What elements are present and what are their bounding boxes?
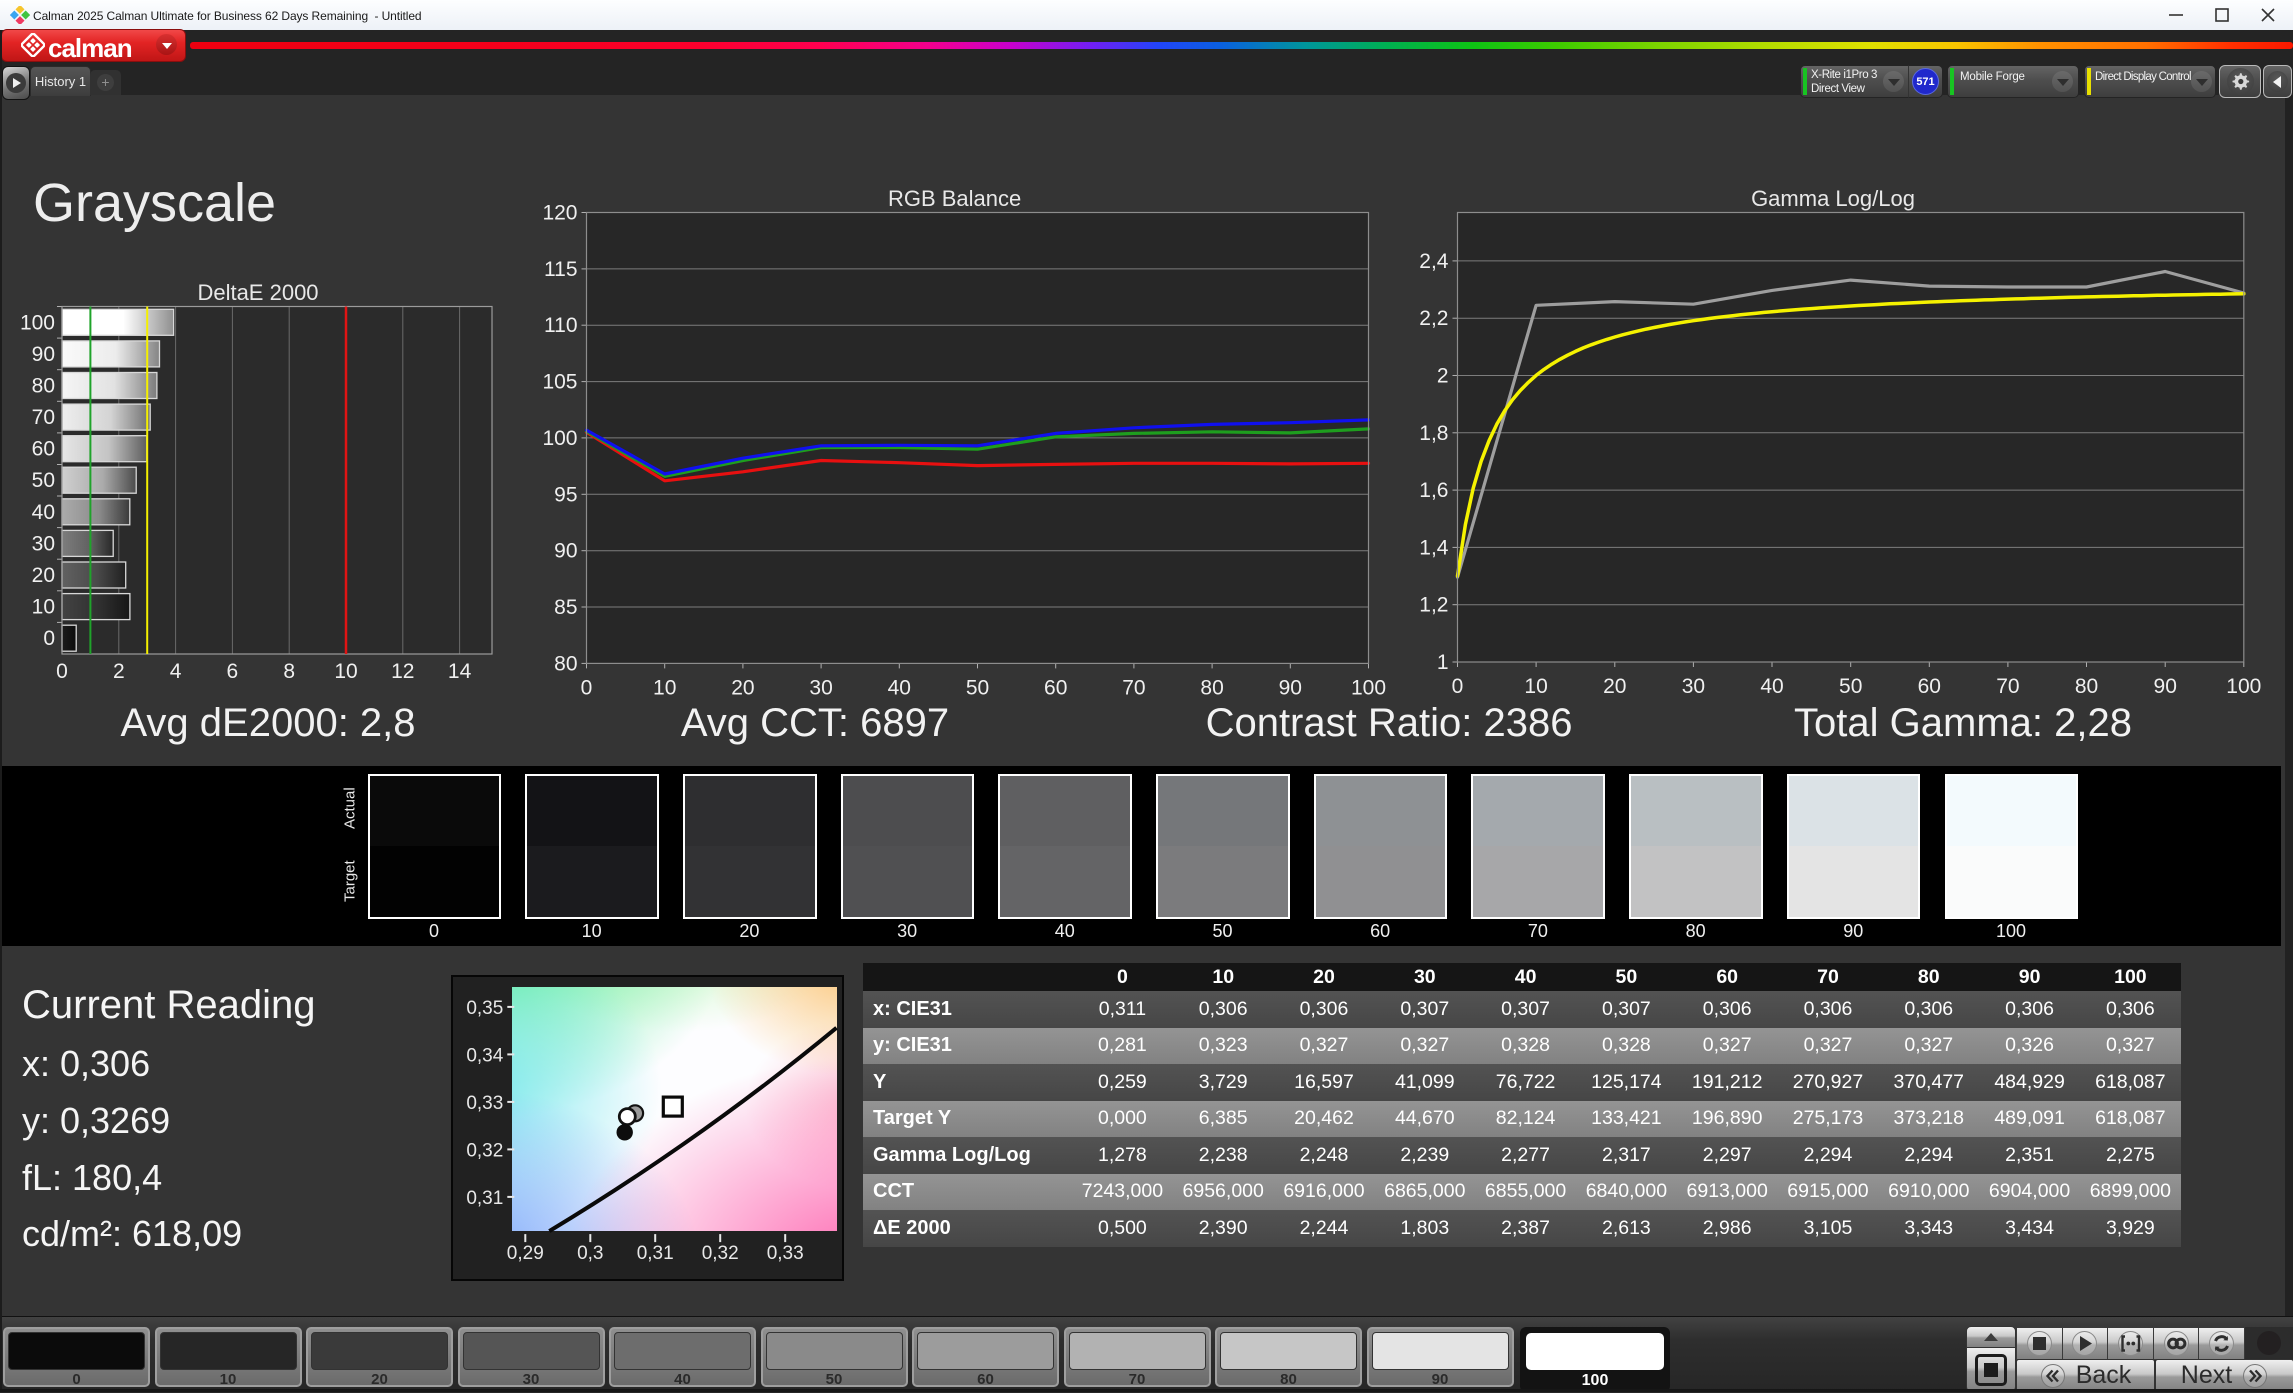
svg-text:1,2: 1,2 — [1419, 594, 1448, 617]
svg-text:0,35: 0,35 — [466, 998, 503, 1019]
svg-text:50: 50 — [32, 469, 55, 492]
svg-text:2,4: 2,4 — [1419, 250, 1449, 273]
svg-text:90: 90 — [2154, 675, 2177, 698]
svg-text:1,6: 1,6 — [1419, 479, 1448, 502]
svg-text:2: 2 — [113, 660, 125, 683]
svg-text:0,29: 0,29 — [507, 1243, 544, 1264]
svg-text:90: 90 — [32, 343, 55, 366]
svg-text:60: 60 — [1918, 675, 1941, 698]
svg-text:95: 95 — [554, 483, 577, 506]
svg-text:0,3: 0,3 — [577, 1243, 603, 1264]
svg-text:0: 0 — [1452, 675, 1464, 698]
svg-text:10: 10 — [1524, 675, 1547, 698]
svg-text:0,31: 0,31 — [637, 1243, 674, 1264]
svg-text:70: 70 — [32, 406, 55, 429]
svg-text:20: 20 — [1603, 675, 1626, 698]
svg-text:60: 60 — [1044, 676, 1067, 699]
svg-text:30: 30 — [1682, 675, 1705, 698]
svg-text:40: 40 — [1760, 675, 1783, 698]
svg-text:100: 100 — [2226, 675, 2261, 698]
svg-text:20: 20 — [731, 676, 754, 699]
svg-text:RGB Balance: RGB Balance — [888, 186, 1021, 211]
svg-text:0,34: 0,34 — [466, 1045, 503, 1066]
svg-text:0,31: 0,31 — [466, 1188, 503, 1209]
svg-text:115: 115 — [544, 258, 577, 281]
svg-text:100: 100 — [20, 311, 55, 334]
svg-text:105: 105 — [542, 371, 577, 394]
svg-text:8: 8 — [283, 660, 295, 683]
svg-text:90: 90 — [554, 540, 577, 563]
svg-text:6: 6 — [227, 660, 239, 683]
svg-text:14: 14 — [448, 660, 472, 683]
svg-text:120: 120 — [542, 202, 577, 225]
svg-text:10: 10 — [32, 596, 55, 619]
svg-text:Gamma Log/Log: Gamma Log/Log — [1751, 186, 1915, 211]
svg-text:80: 80 — [554, 652, 577, 675]
svg-text:20: 20 — [32, 564, 55, 587]
svg-text:30: 30 — [809, 676, 832, 699]
svg-text:40: 40 — [888, 676, 911, 699]
svg-text:0,32: 0,32 — [466, 1140, 503, 1161]
svg-text:4: 4 — [170, 660, 182, 683]
svg-text:12: 12 — [391, 660, 414, 683]
svg-text:100: 100 — [542, 427, 577, 450]
svg-text:0: 0 — [43, 627, 55, 650]
svg-text:1,4: 1,4 — [1419, 536, 1449, 559]
svg-text:0: 0 — [581, 676, 593, 699]
svg-text:80: 80 — [32, 375, 55, 398]
svg-text:2,2: 2,2 — [1419, 307, 1448, 330]
svg-text:10: 10 — [334, 660, 357, 683]
svg-text:80: 80 — [1200, 676, 1223, 699]
svg-text:60: 60 — [32, 438, 55, 461]
svg-text:50: 50 — [966, 676, 989, 699]
svg-text:1,8: 1,8 — [1419, 422, 1448, 445]
svg-text:0,33: 0,33 — [466, 1093, 503, 1114]
svg-text:100: 100 — [1351, 676, 1386, 699]
svg-text:1: 1 — [1437, 651, 1449, 674]
svg-text:2: 2 — [1437, 365, 1449, 388]
svg-text:50: 50 — [1839, 675, 1862, 698]
svg-text:70: 70 — [1996, 675, 2019, 698]
svg-text:90: 90 — [1279, 676, 1302, 699]
svg-text:80: 80 — [2075, 675, 2098, 698]
svg-text:30: 30 — [32, 532, 55, 555]
svg-text:110: 110 — [544, 314, 577, 337]
svg-text:0,32: 0,32 — [702, 1243, 739, 1264]
svg-text:0,33: 0,33 — [767, 1243, 804, 1264]
svg-text:70: 70 — [1122, 676, 1145, 699]
svg-text:10: 10 — [653, 676, 676, 699]
svg-text:85: 85 — [554, 596, 577, 619]
svg-text:0: 0 — [56, 660, 68, 683]
svg-text:DeltaE 2000: DeltaE 2000 — [197, 280, 318, 305]
svg-text:40: 40 — [32, 501, 55, 524]
